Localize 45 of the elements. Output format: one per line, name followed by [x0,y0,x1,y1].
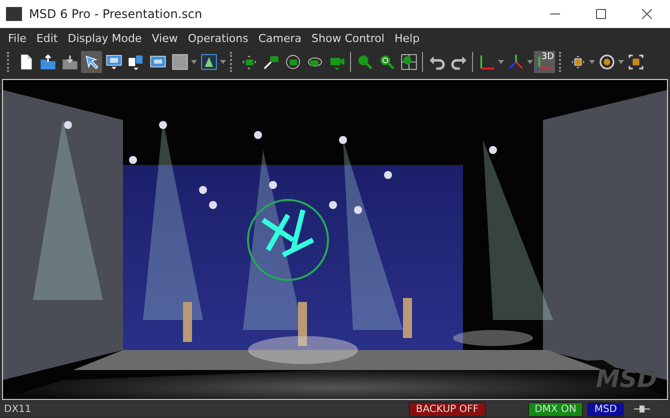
copies-icon [126,53,144,71]
axes-icon [478,53,496,71]
dropdown-caret-icon[interactable] [618,60,624,64]
screen-icon [104,53,122,71]
maximize-icon [596,9,606,19]
stage-light-icon [200,53,218,71]
frame-icon [626,53,644,71]
app-logo-icon [6,7,22,21]
dropdown-caret-icon[interactable] [191,60,197,64]
dropdown-caret-icon[interactable] [220,60,226,64]
plug-icon [634,404,650,414]
menu-item[interactable]: Help [389,32,425,44]
dropdown-caret-icon[interactable] [498,60,504,64]
menu-item[interactable]: Camera [253,32,307,44]
dropdown-caret-icon[interactable] [527,60,533,64]
pan-icon [568,53,586,71]
menu-item[interactable]: Show Control [306,32,390,44]
menu-item[interactable]: Edit [31,32,63,44]
diagonal-axes-icon [506,53,524,71]
target-icon [598,53,616,71]
camera-orbit-icon [284,53,302,71]
open-folder-icon [38,53,56,71]
pointer-button[interactable] [81,51,102,73]
renderer-label: DX11 [4,404,32,414]
menu-item[interactable]: Display Mode [62,32,147,44]
axes-3d-button[interactable]: 3D [534,51,555,73]
zoom-icon [356,53,374,71]
menu-item[interactable]: Operations [182,32,254,44]
menu-item[interactable]: View [146,32,183,44]
close-icon [642,9,652,19]
blank-square-button[interactable] [169,51,190,73]
zoom-focus-icon [378,53,396,71]
status-indicator: BACKUP OFF [408,402,486,416]
blank-square-icon [170,53,188,71]
dropdown-caret-icon[interactable] [589,60,595,64]
status-indicator: MSD [587,402,624,416]
save-folder-icon [60,53,78,71]
status-indicator: DMX ON [528,402,584,416]
window-title: MSD 6 Pro - Presentation.scn [29,7,204,21]
camera-move-icon [240,53,258,71]
stage-light-button[interactable] [198,51,219,73]
menu-item[interactable]: File [3,32,32,44]
zoom-grid-icon [400,53,418,71]
pointer-icon [82,53,100,71]
zoom-grid-button[interactable] [398,51,419,73]
